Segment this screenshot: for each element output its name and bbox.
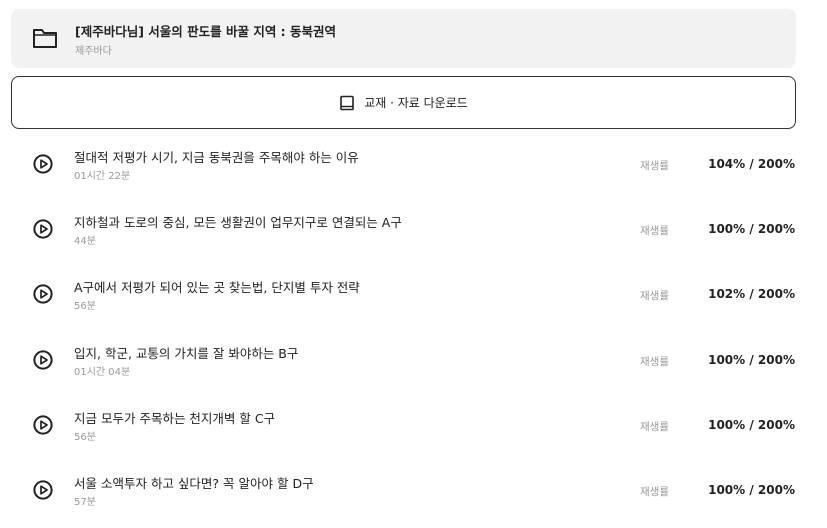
lecture-item[interactable]: 절대적 저평가 시기, 지금 동북권을 주목해야 하는 이유 01시간 22분 …	[0, 140, 827, 205]
playback-rate-label: 재생률	[640, 420, 669, 433]
play-circle-icon[interactable]	[33, 284, 53, 304]
lecture-title: 지금 모두가 주목하는 천지개벽 할 C구	[74, 410, 276, 426]
playback-rate-label: 재생률	[640, 160, 669, 172]
course-header: [제주바다님] 서울의 판도를 바꿀 지역 : 동북권역 제주바다	[11, 9, 796, 68]
playback-rate-label: 재생률	[640, 225, 669, 238]
lecture-duration: 56분	[74, 431, 96, 443]
lecture-item[interactable]: A구에서 저평가 되어 있는 곳 찾는법, 단지별 투자 전략 56분 재생률 …	[0, 270, 827, 335]
playback-rate-label: 재생률	[640, 290, 669, 303]
playback-rate-value: 100% / 200%	[708, 352, 795, 367]
download-materials-button[interactable]: 교재 · 자료 다운로드	[11, 76, 796, 129]
playback-rate-value: 102% / 200%	[708, 287, 795, 302]
lecture-item[interactable]: 지금 모두가 주목하는 천지개벽 할 C구 56분 재생률 100% / 200…	[0, 401, 827, 466]
playback-rate-label: 재생률	[640, 355, 669, 368]
play-circle-icon[interactable]	[33, 480, 53, 500]
lecture-item[interactable]: 지하철과 도로의 중심, 모든 생활권이 업무지구로 연결되는 A구 44분 재…	[0, 205, 827, 270]
playback-rate-label: 재생률	[640, 485, 669, 498]
lecture-list: 절대적 저평가 시기, 지금 동북권을 주목해야 하는 이유 01시간 22분 …	[0, 140, 827, 528]
lecture-duration: 56분	[74, 301, 96, 313]
playback-rate-value: 100% / 200%	[708, 417, 795, 432]
playback-rate-value: 104% / 200%	[708, 157, 795, 171]
course-title: [제주바다님] 서울의 판도를 바꿀 지역 : 동북권역	[75, 24, 337, 39]
playback-rate-value: 100% / 200%	[708, 482, 795, 497]
playback-rate-value: 100% / 200%	[708, 222, 795, 237]
lecture-duration: 57분	[74, 496, 96, 508]
lecture-duration: 44분	[74, 236, 96, 248]
lecture-title: 서울 소액투자 하고 싶다면? 꼭 알아야 할 D구	[74, 475, 314, 491]
lecture-duration: 01시간 22분	[74, 171, 131, 182]
course-author: 제주바다	[75, 46, 112, 57]
lecture-title: 입지, 학군, 교통의 가치를 잘 봐야하는 B구	[74, 345, 299, 361]
play-circle-icon[interactable]	[33, 219, 53, 239]
play-circle-icon[interactable]	[33, 349, 53, 370]
download-label: 교재 · 자료 다운로드	[364, 96, 468, 110]
lecture-item[interactable]: 입지, 학군, 교통의 가치를 잘 봐야하는 B구 01시간 04분 재생률 1…	[0, 336, 827, 401]
lecture-title: 절대적 저평가 시기, 지금 동북권을 주목해야 하는 이유	[74, 150, 359, 165]
play-circle-icon[interactable]	[33, 154, 53, 174]
lecture-title: 지하철과 도로의 중심, 모든 생활권이 업무지구로 연결되는 A구	[74, 215, 402, 231]
lecture-duration: 01시간 04분	[74, 366, 131, 378]
folder-icon	[33, 29, 57, 48]
book-icon	[340, 95, 355, 110]
lecture-item[interactable]: 서울 소액투자 하고 싶다면? 꼭 알아야 할 D구 57분 재생률 100% …	[0, 466, 827, 528]
play-circle-icon[interactable]	[33, 415, 53, 435]
lecture-title: A구에서 저평가 되어 있는 곳 찾는법, 단지별 투자 전략	[74, 280, 360, 296]
